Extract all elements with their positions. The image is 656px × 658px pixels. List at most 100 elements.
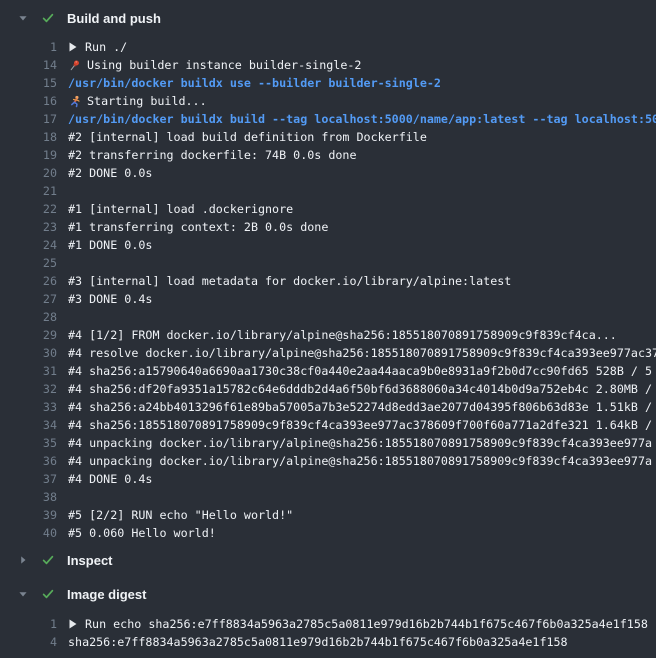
line-number[interactable]: 1	[0, 615, 57, 633]
line-number[interactable]: 35	[0, 434, 57, 452]
log-line-content	[68, 182, 656, 200]
log-line-text: #2 [internal] load build definition from…	[68, 128, 427, 146]
line-number[interactable]: 21	[0, 182, 57, 200]
section-header[interactable]: Inspect	[0, 550, 656, 570]
log-line: 35#4 unpacking docker.io/library/alpine@…	[0, 434, 656, 452]
log-line-text: #2 DONE 0.0s	[68, 164, 152, 182]
log-line: 37 #4 DONE 0.4s	[0, 470, 656, 488]
log-line: 16 Starting build...	[0, 92, 656, 110]
log-line-content: #4 resolve docker.io/library/alpine@sha2…	[68, 344, 656, 362]
check-icon	[38, 11, 58, 25]
line-number[interactable]: 26	[0, 272, 57, 290]
line-number[interactable]: 24	[0, 236, 57, 254]
log-line-content: #4 sha256:a24bb4013296f61e89ba57005a7b3e…	[68, 398, 656, 416]
log-line: 1 Run echo sha256:e7ff8834a5963a2785c5a08…	[0, 615, 656, 633]
log-line-text: #2 transferring dockerfile: 74B 0.0s don…	[68, 146, 357, 164]
log-line: 17/usr/bin/docker buildx build --tag loc…	[0, 110, 656, 128]
log-line-text: #4 sha256:df20fa9351a15782c64e6dddb2d4a6…	[68, 380, 656, 398]
chevron-down-icon[interactable]	[15, 589, 31, 599]
section-header[interactable]: Image digest	[0, 584, 656, 604]
log-line-content	[68, 488, 656, 506]
log-line-content: #1 [internal] load .dockerignore	[68, 200, 656, 218]
check-icon	[38, 553, 58, 567]
line-number[interactable]: 28	[0, 308, 57, 326]
section-header[interactable]: Build and push	[0, 8, 656, 28]
log-line-content: #4 sha256:a15790640a6690aa1730c38cf0a440…	[68, 362, 656, 380]
log-line-text: Run echo sha256:e7ff8834a5963a2785c5a081…	[85, 615, 648, 633]
log-line: 1 Run ./	[0, 38, 656, 56]
log-line: 30 #4 resolve docker.io/library/alpine@sh…	[0, 344, 656, 362]
log-line-content: /usr/bin/docker buildx use --builder bui…	[68, 74, 656, 92]
line-number[interactable]: 23	[0, 218, 57, 236]
line-number[interactable]: 32	[0, 380, 57, 398]
line-number[interactable]: 38	[0, 488, 57, 506]
line-number[interactable]: 22	[0, 200, 57, 218]
check-icon	[38, 587, 58, 601]
log-section: Image digest 1 Run echo sha256:e7ff8834a59…	[0, 584, 656, 651]
section-title: Image digest	[67, 587, 146, 602]
log-line-text: #4 sha256:a15790640a6690aa1730c38cf0a440…	[68, 362, 652, 380]
line-number[interactable]: 16	[0, 92, 57, 110]
log-line: 39 #5 [2/2] RUN echo "Hello world!"	[0, 506, 656, 524]
log-line-text: #3 [internal] load metadata for docker.i…	[68, 272, 511, 290]
log-line: 19 #2 transferring dockerfile: 74B 0.0s d…	[0, 146, 656, 164]
line-number[interactable]: 30	[0, 344, 57, 362]
actions-log: Build and push1Run ./14Using builder ins…	[0, 0, 656, 651]
line-number[interactable]: 29	[0, 326, 57, 344]
chevron-right-icon[interactable]	[15, 555, 31, 565]
line-number[interactable]: 31	[0, 362, 57, 380]
line-number[interactable]: 27	[0, 290, 57, 308]
line-number[interactable]: 34	[0, 416, 57, 434]
line-number[interactable]: 18	[0, 128, 57, 146]
line-number[interactable]: 20	[0, 164, 57, 182]
log-line: 29 #4 [1/2] FROM docker.io/library/alpine…	[0, 326, 656, 344]
log-line-content: #4 sha256:df20fa9351a15782c64e6dddb2d4a6…	[68, 380, 656, 398]
log-line: 22 #1 [internal] load .dockerignore	[0, 200, 656, 218]
play-icon[interactable]	[69, 42, 77, 52]
log-line: 24 #1 DONE 0.0s	[0, 236, 656, 254]
log-line: 14 Using builder instance builder-single-…	[0, 56, 656, 74]
line-number[interactable]: 33	[0, 398, 57, 416]
section-log-lines: 1 Run ./ 14 Using builder instance builder-…	[0, 38, 656, 542]
log-line-text: #5 [2/2] RUN echo "Hello world!"	[68, 506, 293, 524]
log-line-text: /usr/bin/docker buildx build --tag local…	[68, 110, 656, 128]
line-number[interactable]: 17	[0, 110, 57, 128]
log-line-content	[68, 254, 656, 272]
pushpin-icon	[68, 59, 81, 72]
log-line-text: #4 DONE 0.4s	[68, 470, 152, 488]
log-line-text: /usr/bin/docker buildx use --builder bui…	[68, 74, 441, 92]
line-number[interactable]: 40	[0, 524, 57, 542]
line-number[interactable]: 1	[0, 38, 57, 56]
line-number[interactable]: 14	[0, 56, 57, 74]
log-line: 20 #2 DONE 0.0s	[0, 164, 656, 182]
log-line-content: #2 transferring dockerfile: 74B 0.0s don…	[68, 146, 656, 164]
log-line-text: Using builder instance builder-single-2	[87, 56, 361, 74]
log-line-text: #4 resolve docker.io/library/alpine@sha2…	[68, 344, 656, 362]
line-number[interactable]: 36	[0, 452, 57, 470]
play-icon[interactable]	[69, 619, 77, 629]
line-number[interactable]: 19	[0, 146, 57, 164]
log-line-content: #2 [internal] load build definition from…	[68, 128, 656, 146]
log-section: Build and push 1 Run ./ 14 Using builder ins…	[0, 8, 656, 542]
log-line-text: #3 DONE 0.4s	[68, 290, 152, 308]
line-number[interactable]: 25	[0, 254, 57, 272]
log-line: 31 #4 sha256:a15790640a6690aa1730c38cf0a4…	[0, 362, 656, 380]
line-number[interactable]: 4	[0, 633, 57, 651]
log-line-text: #4 sha256:185518070891758909c9f839cf4ca3…	[68, 416, 656, 434]
log-line-content: #4 sha256:185518070891758909c9f839cf4ca3…	[68, 416, 656, 434]
chevron-down-icon[interactable]	[15, 13, 31, 23]
line-number[interactable]: 15	[0, 74, 57, 92]
log-line-content: Starting build...	[68, 92, 656, 110]
log-line: 21	[0, 182, 656, 200]
log-line: 23#1 transferring context: 2B 0.0s done	[0, 218, 656, 236]
log-line-content: Run ./	[68, 38, 656, 56]
log-line-content: #4 unpacking docker.io/library/alpine@sh…	[68, 452, 656, 470]
line-number[interactable]: 37	[0, 470, 57, 488]
line-number[interactable]: 39	[0, 506, 57, 524]
log-line-content: #1 DONE 0.0s	[68, 236, 656, 254]
log-line-text: Starting build...	[87, 92, 207, 110]
log-line: 4sha256:e7ff8834a5963a2785c5a0811e979d16…	[0, 633, 656, 651]
log-line-content: #4 DONE 0.4s	[68, 470, 656, 488]
log-line-content: Using builder instance builder-single-2	[68, 56, 656, 74]
log-line-text: #4 [1/2] FROM docker.io/library/alpine@s…	[68, 326, 617, 344]
